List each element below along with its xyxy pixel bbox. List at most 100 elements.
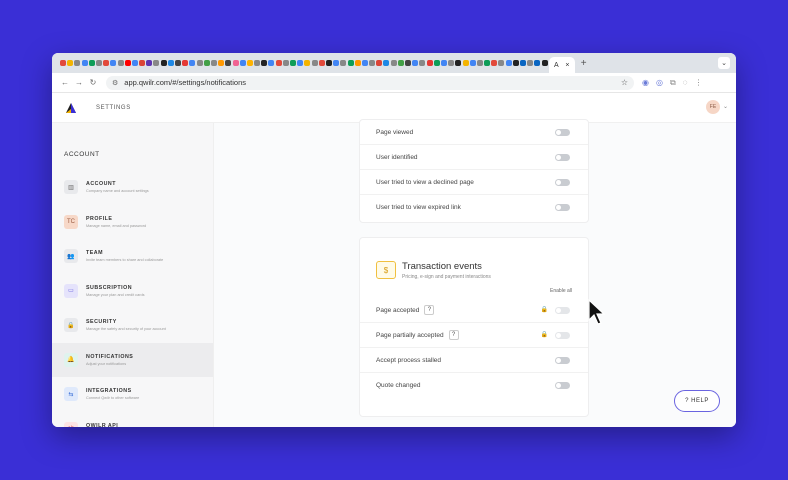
tab-favicon[interactable] [498,60,505,66]
notification-toggle[interactable] [555,129,570,136]
forward-button[interactable]: → [72,78,86,87]
tab-favicon[interactable] [412,60,419,66]
tab-favicon[interactable] [268,60,275,66]
tab-favicon[interactable] [426,60,433,66]
tab-favicon[interactable] [246,60,253,66]
tab-favicon[interactable] [541,60,548,66]
tab-favicon[interactable] [527,60,534,66]
tab-favicon[interactable] [405,60,411,66]
tab-favicon[interactable] [369,60,376,66]
tab-favicon[interactable] [88,60,95,66]
puzzle-icon[interactable]: ⧉ [670,78,676,88]
tab-favicon[interactable] [469,60,476,66]
tab-favicon[interactable] [153,60,160,66]
active-tab[interactable]: A × [548,57,575,73]
tab-favicon[interactable] [117,60,124,66]
notification-toggle[interactable] [555,357,570,364]
menu-kebab-icon[interactable]: ⋮ [694,78,702,87]
tab-favicon[interactable] [491,60,498,66]
tab-favicon[interactable] [397,60,404,66]
tab-favicon[interactable] [67,60,74,66]
tab-favicon[interactable] [175,60,181,66]
tab-favicon[interactable] [74,60,81,66]
reload-button[interactable]: ↻ [86,78,100,87]
tab-favicon[interactable] [131,60,138,66]
notification-toggle[interactable] [555,204,570,211]
tab-favicon[interactable] [225,60,232,66]
tab-favicon[interactable] [476,60,483,66]
tab-favicon[interactable] [512,60,519,66]
sidebar-item-qwilr-api[interactable]: </>QWILR APIKeep products and placement … [52,412,213,427]
tab-favicon[interactable] [110,60,117,66]
sidebar-item-team[interactable]: 👥 TEAM Invite team members to share and co… [52,239,213,274]
tab-favicon[interactable] [196,60,203,66]
tab-favicon[interactable] [340,60,347,66]
sidebar-item-integrations[interactable]: ⇆ INTEGRATIONS Connect Qwilr to other soft… [52,377,213,412]
qwilr-logo-icon[interactable] [66,102,76,113]
sidebar-item-security[interactable]: 🔒 SECURITY Manage the safety and security … [52,308,213,343]
tab-favicon[interactable] [376,60,383,66]
notification-toggle[interactable] [555,154,570,161]
help-tooltip-icon[interactable]: ? [448,330,459,340]
chevron-down-icon[interactable]: ⌄ [723,103,728,110]
tab-favicon[interactable] [361,60,368,66]
tab-favicon[interactable] [440,60,447,66]
tab-favicon[interactable] [203,60,210,66]
tab-favicon[interactable] [383,60,390,66]
tab-favicon[interactable] [311,60,318,66]
tab-favicon[interactable] [160,60,167,66]
tab-favicon[interactable] [318,60,325,66]
extension-icon[interactable]: ◎ [656,78,663,87]
tab-favicon[interactable] [275,60,282,66]
help-tooltip-icon[interactable]: ? [424,305,435,315]
notification-toggle[interactable] [555,382,570,389]
tab-favicon[interactable] [390,60,397,66]
tab-favicon[interactable] [484,60,491,66]
tab-favicon[interactable] [433,60,440,66]
tab-favicon[interactable] [146,60,153,66]
tab-favicon[interactable] [290,60,296,66]
user-avatar[interactable]: FE [706,100,720,114]
new-tab-button[interactable]: + [581,58,587,69]
tab-favicon[interactable] [189,60,196,66]
enable-all-label[interactable]: Enable all [360,288,588,298]
tab-favicon[interactable] [282,60,289,66]
tab-favicon[interactable] [124,60,131,66]
tab-favicon[interactable] [333,60,340,66]
tab-favicon[interactable] [60,60,66,66]
tab-favicon[interactable] [297,60,304,66]
tab-favicon[interactable] [448,60,455,66]
tab-favicon[interactable] [354,60,361,66]
tab-favicon[interactable] [347,60,354,66]
bookmark-star-icon[interactable]: ☆ [621,78,628,87]
tab-favicon[interactable] [103,60,110,66]
tab-favicon[interactable] [304,60,311,66]
tab-favicon[interactable] [520,60,526,66]
url-text[interactable]: app.qwilr.com/#/settings/notifications [124,78,621,87]
back-button[interactable]: ← [58,78,72,87]
sidebar-item-account[interactable]: ▥ ACCOUNT Company name and account setting… [52,170,213,205]
help-button[interactable]: ? HELP [674,390,720,412]
tab-favicon[interactable] [210,60,217,66]
tab-favicon[interactable] [95,60,102,66]
tab-favicon[interactable] [534,60,541,66]
tab-list-button[interactable]: ⌄ [718,57,730,69]
sidebar-item-subscription[interactable]: ▭ SUBSCRIPTION Manage your plan and credit… [52,274,213,309]
profile-icon[interactable]: ◌ [683,78,688,87]
tab-favicon[interactable] [239,60,246,66]
sidebar-item-notifications[interactable]: 🔔 NOTIFICATIONS Adjust your notifications [52,342,213,377]
extension-icon[interactable]: ◉ [642,78,649,87]
tab-favicon[interactable] [419,60,426,66]
tab-favicon[interactable] [81,60,88,66]
tab-favicon[interactable] [254,60,261,66]
tab-favicon[interactable] [139,60,146,66]
notification-toggle[interactable] [555,179,570,186]
tab-favicon[interactable] [167,60,174,66]
tab-close-icon[interactable]: × [565,62,569,69]
site-info-icon[interactable]: ⚙ [112,79,118,87]
tab-favicon[interactable] [182,60,189,66]
sidebar-item-profile[interactable]: TC PROFILE Manage name, email and password [52,205,213,240]
tab-favicon[interactable] [218,60,225,66]
omnibox[interactable]: ⚙ app.qwilr.com/#/settings/notifications… [106,75,634,90]
tab-favicon[interactable] [455,60,462,66]
